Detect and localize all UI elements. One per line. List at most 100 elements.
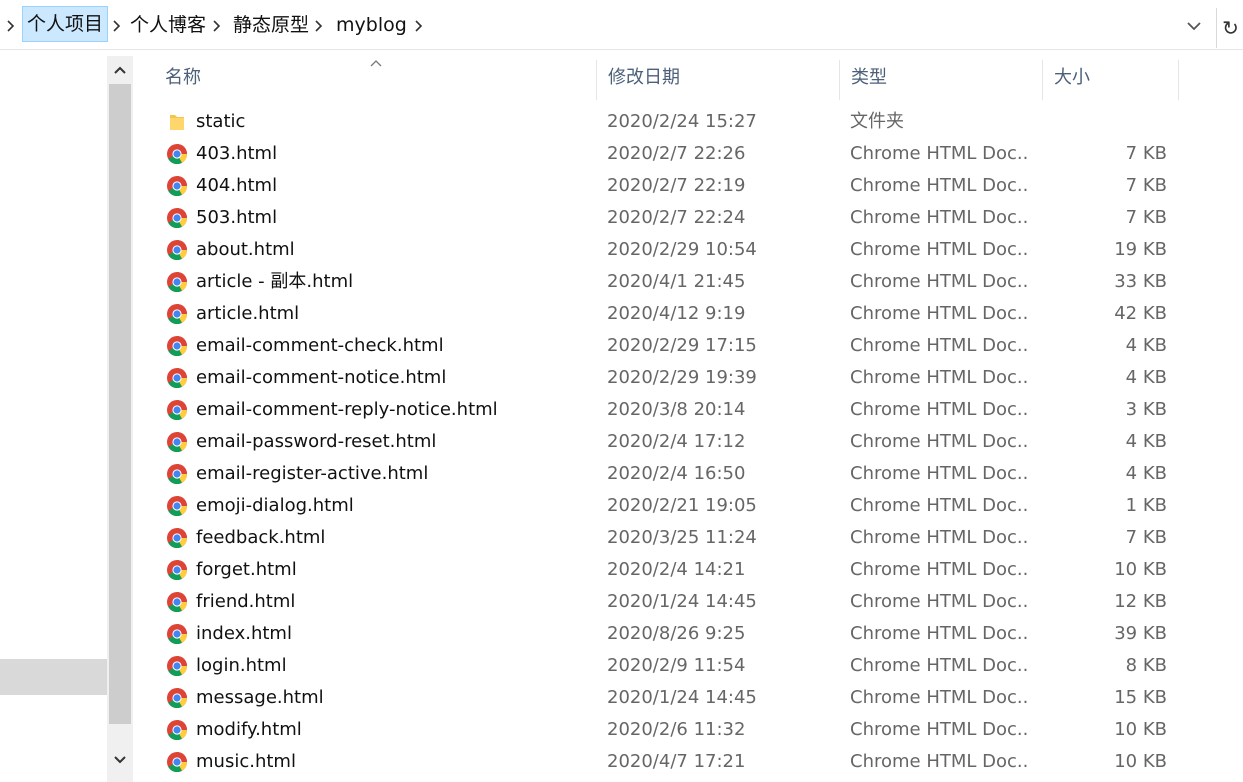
file-type: Chrome HTML Doc... [850,143,1030,164]
file-row[interactable]: forget.html 2020/2/4 14:21 Chrome HTML Doc… [134,554,1243,586]
history-dropdown-button[interactable] [1180,14,1208,38]
file-type: Chrome HTML Doc... [850,559,1030,580]
chrome-icon [166,175,188,197]
file-row[interactable]: modify.html 2020/2/6 11:32 Chrome HTML Doc… [134,714,1243,746]
file-name: article.html [196,303,300,324]
chrome-icon [166,335,188,357]
file-type: Chrome HTML Doc... [850,591,1030,612]
chrome-icon [166,239,188,261]
file-name: feedback.html [196,527,326,548]
file-name: 404.html [196,175,278,196]
chevron-right-icon[interactable] [414,19,424,33]
breadcrumb-item-0[interactable]: 个人项目 [22,6,109,42]
scroll-thumb[interactable] [109,84,131,724]
chevron-right-icon[interactable] [112,19,122,33]
file-row[interactable]: static 2020/2/24 15:27 文件夹 [134,106,1243,138]
file-date: 2020/8/26 9:25 [607,623,746,644]
chevron-right-icon[interactable] [314,19,324,33]
file-row[interactable]: feedback.html 2020/3/25 11:24 Chrome HTML … [134,522,1243,554]
file-size: 7 KB [1125,175,1167,196]
file-date: 2020/4/12 9:19 [607,303,746,324]
file-date: 2020/2/24 15:27 [607,111,757,132]
file-type: Chrome HTML Doc... [850,399,1030,420]
file-date: 2020/2/7 22:26 [607,143,746,164]
chrome-icon [166,143,188,165]
file-name: forget.html [196,559,297,580]
file-name: article - 副本.html [196,271,354,292]
breadcrumb-item-1[interactable]: 个人博客 [126,12,210,38]
file-size: 10 KB [1114,751,1167,772]
file-type: Chrome HTML Doc... [850,207,1030,228]
file-name: message.html [196,687,324,708]
file-row[interactable]: emoji-dialog.html 2020/2/21 19:05 Chrome H… [134,490,1243,522]
file-row[interactable]: 404.html 2020/2/7 22:19 Chrome HTML Doc...… [134,170,1243,202]
chevron-right-icon[interactable] [6,19,16,33]
file-row[interactable]: music.html 2020/4/7 17:21 Chrome HTML Doc.… [134,746,1243,778]
file-date: 2020/2/7 22:19 [607,175,746,196]
nav-selected-item[interactable] [0,659,107,695]
file-name: email-password-reset.html [196,431,437,452]
file-name: email-comment-reply-notice.html [196,399,498,420]
file-type: Chrome HTML Doc... [850,687,1030,708]
file-size: 39 KB [1114,623,1167,644]
file-type: Chrome HTML Doc... [850,431,1030,452]
file-row[interactable]: login.html 2020/2/9 11:54 Chrome HTML Doc.… [134,650,1243,682]
file-size [1053,106,1167,138]
file-type: Chrome HTML Doc... [850,719,1030,740]
file-row[interactable]: email-password-reset.html 2020/2/4 17:12 C… [134,426,1243,458]
address-bar[interactable]: 个人项目 个人博客 静态原型 myblog ↻ [0,0,1243,50]
chrome-icon [166,623,188,645]
file-row[interactable]: message.html 2020/1/24 14:45 Chrome HTML D… [134,682,1243,714]
file-size: 7 KB [1125,207,1167,228]
file-type: Chrome HTML Doc... [850,239,1030,260]
column-type-header[interactable]: 类型 [839,56,1042,100]
file-size: 12 KB [1114,591,1167,612]
file-row[interactable]: email-comment-reply-notice.html 2020/3/8 … [134,394,1243,426]
file-row[interactable]: article.html 2020/4/12 9:19 Chrome HTML Do… [134,298,1243,330]
file-name: index.html [196,623,292,644]
chrome-icon [166,271,188,293]
file-row[interactable]: 503.html 2020/2/7 22:24 Chrome HTML Doc...… [134,202,1243,234]
file-name: 403.html [196,143,278,164]
file-row[interactable]: about.html 2020/2/29 10:54 Chrome HTML Doc… [134,234,1243,266]
file-name: emoji-dialog.html [196,495,354,516]
file-name: modify.html [196,719,302,740]
file-type: Chrome HTML Doc... [850,335,1030,356]
column-date-header[interactable]: 修改日期 [596,56,839,100]
chrome-icon [166,367,188,389]
file-name: static [196,111,246,132]
folder-icon [166,111,188,133]
chrome-icon [166,751,188,773]
file-row[interactable]: index.html 2020/8/26 9:25 Chrome HTML Doc.… [134,618,1243,650]
file-date: 2020/2/29 10:54 [607,239,757,260]
file-name: email-comment-check.html [196,335,444,356]
file-size: 8 KB [1125,655,1167,676]
vertical-scrollbar[interactable] [107,56,133,782]
file-type: Chrome HTML Doc... [850,655,1030,676]
column-size-header[interactable]: 大小 [1042,56,1178,100]
file-row[interactable]: email-comment-notice.html 2020/2/29 19:39… [134,362,1243,394]
chrome-icon [166,687,188,709]
file-name: login.html [196,655,287,676]
chevron-right-icon[interactable] [212,19,222,33]
file-date: 2020/3/8 20:14 [607,399,746,420]
column-divider[interactable] [1178,60,1179,100]
file-date: 2020/2/29 17:15 [607,335,757,356]
chrome-icon [166,463,188,485]
file-row[interactable]: email-register-active.html 2020/2/4 16:50… [134,458,1243,490]
file-row[interactable]: email-comment-check.html 2020/2/29 17:15 C… [134,330,1243,362]
file-row[interactable]: 403.html 2020/2/7 22:26 Chrome HTML Doc...… [134,138,1243,170]
file-row[interactable]: article - 副本.html 2020/4/1 21:45 Chrome HT… [134,266,1243,298]
scroll-up-button[interactable] [107,56,133,84]
file-size: 15 KB [1114,687,1167,708]
file-size: 1 KB [1125,495,1167,516]
refresh-button[interactable]: ↻ [1216,8,1243,48]
file-name: 503.html [196,207,278,228]
file-name: music.html [196,751,296,772]
breadcrumb-item-3[interactable]: myblog [332,12,411,38]
file-size: 19 KB [1114,239,1167,260]
scroll-down-button[interactable] [107,746,133,774]
breadcrumb-item-2[interactable]: 静态原型 [229,12,313,38]
column-header: 名称 修改日期 类型 大小 [134,56,1243,100]
file-row[interactable]: friend.html 2020/1/24 14:45 Chrome HTML Do… [134,586,1243,618]
